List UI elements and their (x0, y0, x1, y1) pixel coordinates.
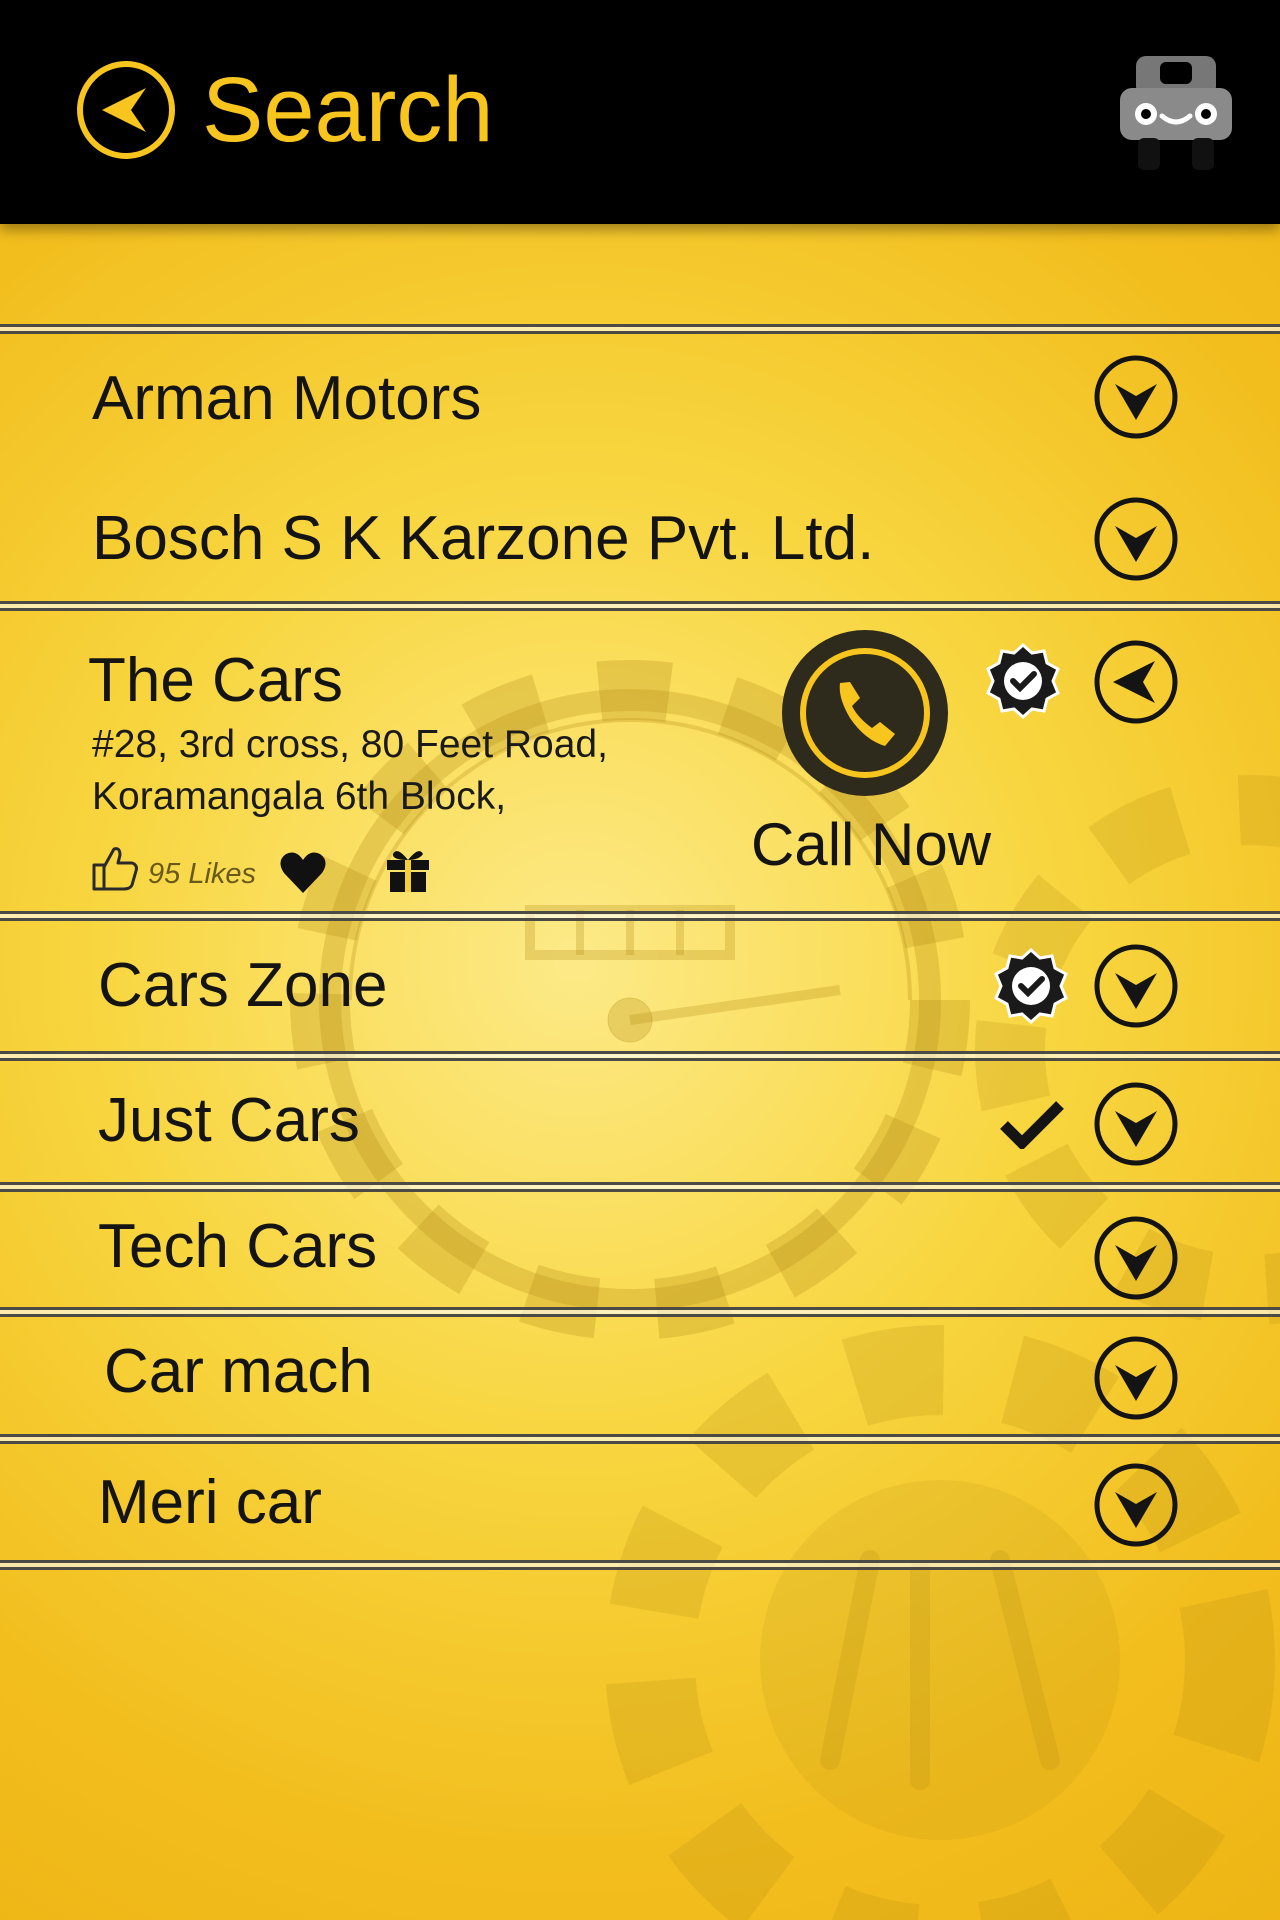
gift-icon[interactable] (383, 843, 433, 895)
result-name: Just Cars (98, 1086, 360, 1155)
divider (0, 601, 1280, 611)
result-name: Meri car (98, 1468, 322, 1537)
heart-icon[interactable] (277, 847, 329, 897)
divider (0, 1051, 1280, 1061)
chevron-down-icon[interactable] (1093, 943, 1179, 1029)
divider (0, 1307, 1280, 1317)
list-item[interactable]: Arman Motors (0, 334, 1280, 474)
list-item[interactable]: Meri car (0, 1444, 1280, 1560)
robot-car-logo-icon[interactable] (1118, 54, 1234, 172)
page-title: Search (202, 59, 494, 161)
list-item[interactable]: Just Cars (0, 1061, 1280, 1182)
chevron-down-icon[interactable] (1093, 1215, 1179, 1301)
list-item[interactable]: Tech Cars (0, 1192, 1280, 1307)
verified-badge-icon (986, 642, 1060, 720)
chevron-down-icon[interactable] (1093, 1335, 1179, 1421)
result-name: Cars Zone (98, 951, 388, 1020)
list-item[interactable]: Cars Zone (0, 921, 1280, 1051)
divider (0, 324, 1280, 334)
chevron-left-icon[interactable] (1093, 639, 1179, 725)
result-name: Bosch S K Karzone Pvt. Ltd. (92, 504, 875, 573)
chevron-down-icon[interactable] (1093, 354, 1179, 440)
phone-call-icon[interactable] (780, 628, 950, 798)
address-line: #28, 3rd cross, 80 Feet Road, (92, 723, 608, 766)
result-name: The Cars (88, 646, 343, 715)
list-item[interactable]: Bosch S K Karzone Pvt. Ltd. (0, 474, 1280, 602)
chevron-down-icon[interactable] (1093, 1462, 1179, 1548)
result-name: Car mach (104, 1337, 373, 1406)
chevron-down-icon[interactable] (1093, 496, 1179, 582)
call-now-label[interactable]: Call Now (751, 810, 991, 879)
verified-badge-icon (994, 947, 1068, 1025)
thumbs-up-icon[interactable] (90, 843, 140, 893)
back-arrow-circle-icon[interactable] (76, 60, 176, 160)
app-header: Search (0, 0, 1280, 224)
result-name: Tech Cars (98, 1212, 378, 1281)
divider (0, 911, 1280, 921)
address-line: Koramangala 6th Block, (92, 775, 507, 818)
checkmark-icon (1000, 1101, 1064, 1149)
chevron-down-icon[interactable] (1093, 1081, 1179, 1167)
divider (0, 1560, 1280, 1570)
list-item[interactable]: Car mach (0, 1317, 1280, 1434)
divider (0, 1434, 1280, 1444)
result-name: Arman Motors (92, 364, 482, 433)
likes-count: 95 Likes (148, 858, 257, 890)
divider (0, 1182, 1280, 1192)
